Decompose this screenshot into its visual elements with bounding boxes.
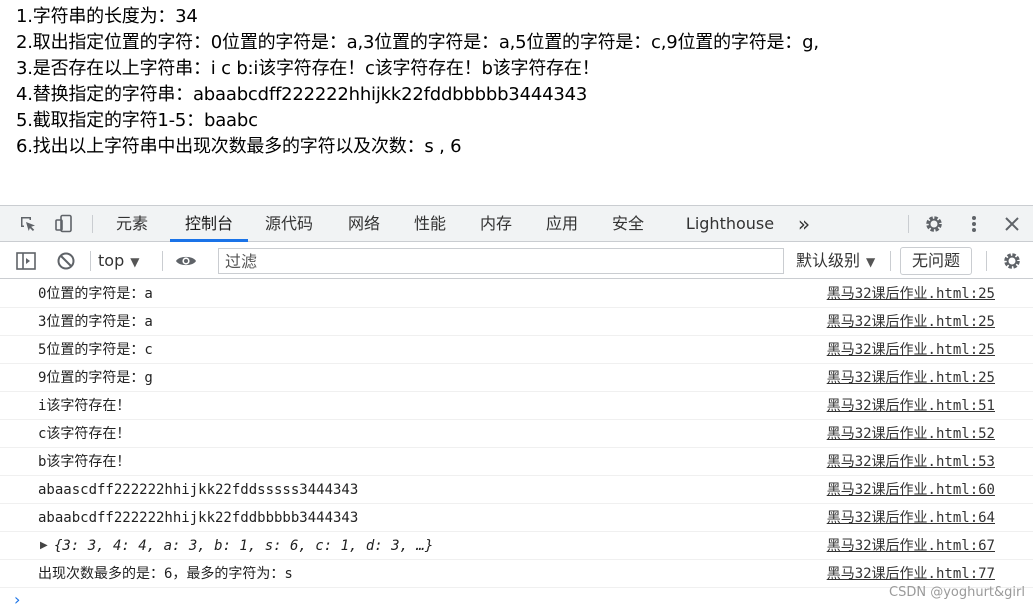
tab-security[interactable]: 安全 <box>604 206 652 242</box>
log-levels-label: 默认级别 <box>796 251 861 270</box>
message-text: b该字符存在！ <box>38 454 131 470</box>
console-message: 0位置的字符是：a 黑马32课后作业.html:25 <box>0 280 1033 308</box>
devtools-tab-bar: 元素 控制台 源代码 网络 性能 内存 应用 安全 Lighthouse » <box>0 206 1033 242</box>
expand-triangle-icon[interactable]: ▶ <box>40 532 48 560</box>
console-message: 3位置的字符是：a 黑马32课后作业.html:25 <box>0 308 1033 336</box>
message-text: 9位置的字符是：g <box>38 370 153 386</box>
source-link[interactable]: 黑马32课后作业.html:64 <box>827 504 995 532</box>
source-link[interactable]: 黑马32课后作业.html:77 <box>827 560 995 588</box>
output-line-1: 1.字符串的长度为：34 <box>16 6 198 27</box>
tab-lighthouse[interactable]: Lighthouse <box>682 206 778 242</box>
console-message: 9位置的字符是：g 黑马32课后作业.html:25 <box>0 364 1033 392</box>
source-link[interactable]: 黑马32课后作业.html:25 <box>827 336 995 364</box>
tab-network[interactable]: 网络 <box>340 206 388 242</box>
message-text: 3位置的字符是：a <box>38 314 153 330</box>
issues-button[interactable]: 无问题 <box>900 247 972 275</box>
source-link[interactable]: 黑马32课后作业.html:67 <box>827 532 995 560</box>
output-line-5: 5.截取指定的字符1-5：baabc <box>16 110 258 131</box>
source-link[interactable]: 黑马32课后作业.html:53 <box>827 448 995 476</box>
inspect-element-icon[interactable] <box>16 212 40 236</box>
devtools-panel: 元素 控制台 源代码 网络 性能 内存 应用 安全 Lighthouse » t… <box>0 205 1033 612</box>
clear-console-icon[interactable] <box>54 249 78 273</box>
source-link[interactable]: 黑马32课后作业.html:25 <box>827 364 995 392</box>
output-line-4: 4.替换指定的字符串：abaabcdff222222hhijkk22fddbbb… <box>16 84 588 105</box>
tab-memory[interactable]: 内存 <box>472 206 520 242</box>
message-text: c该字符存在！ <box>38 426 131 442</box>
console-message: c该字符存在！ 黑马32课后作业.html:52 <box>0 420 1033 448</box>
console-settings-gear-icon[interactable] <box>1000 249 1024 273</box>
toolbar-separator <box>90 251 91 271</box>
message-text: abaabcdff222222hhijkk22fddbbbbb3444343 <box>38 510 359 526</box>
watermark: CSDN @yoghurt&girl <box>889 585 1025 600</box>
live-expression-eye-icon[interactable] <box>174 249 198 273</box>
tab-performance[interactable]: 性能 <box>406 206 454 242</box>
context-label: top <box>98 251 125 270</box>
console-message: b该字符存在！ 黑马32课后作业.html:53 <box>0 448 1033 476</box>
console-message: abaascdff222222hhijkk22fddsssss3444343 黑… <box>0 476 1033 504</box>
output-line-3: 3.是否存在以上字符串：i c b:i该字符存在！c该字符存在！b该字符存在！ <box>16 58 600 79</box>
settings-gear-icon[interactable] <box>922 212 946 236</box>
context-selector[interactable]: top ▼ <box>98 249 139 273</box>
log-levels-selector[interactable]: 默认级别 ▼ <box>796 249 875 273</box>
source-link[interactable]: 黑马32课后作业.html:60 <box>827 476 995 504</box>
message-text: abaascdff222222hhijkk22fddsssss3444343 <box>38 482 359 498</box>
more-tabs-chevron-icon[interactable]: » <box>792 206 816 242</box>
close-icon[interactable] <box>1000 212 1024 236</box>
console-message: i该字符存在！ 黑马32课后作业.html:51 <box>0 392 1033 420</box>
console-message: 出现次数最多的是：6，最多的字符为：s 黑马32课后作业.html:77 <box>0 560 1033 588</box>
source-link[interactable]: 黑马32课后作业.html:25 <box>827 308 995 336</box>
device-toolbar-icon[interactable] <box>52 212 76 236</box>
message-text: 5位置的字符是：c <box>38 342 153 358</box>
filter-input[interactable] <box>218 248 784 274</box>
chevron-down-icon: ▼ <box>130 255 140 269</box>
chevron-down-icon: ▼ <box>866 255 876 269</box>
console-prompt-chevron-icon[interactable]: › <box>14 590 20 610</box>
console-message: abaabcdff222222hhijkk22fddbbbbb3444343 黑… <box>0 504 1033 532</box>
toolbar-separator <box>986 251 987 271</box>
source-link[interactable]: 黑马32课后作业.html:52 <box>827 420 995 448</box>
console-toolbar: top ▼ 默认级别 ▼ 无问题 <box>0 243 1033 279</box>
source-link[interactable]: 黑马32课后作业.html:25 <box>827 280 995 308</box>
tab-application[interactable]: 应用 <box>538 206 586 242</box>
more-options-icon[interactable] <box>962 212 986 236</box>
console-message: 5位置的字符是：c 黑马32课后作业.html:25 <box>0 336 1033 364</box>
source-link[interactable]: 黑马32课后作业.html:51 <box>827 392 995 420</box>
console-messages: 0位置的字符是：a 黑马32课后作业.html:25 3位置的字符是：a 黑马3… <box>0 280 1033 588</box>
message-text: 出现次数最多的是：6，最多的字符为：s <box>38 566 293 582</box>
message-text: 0位置的字符是：a <box>38 286 153 302</box>
tab-sources[interactable]: 源代码 <box>262 206 316 242</box>
sidebar-toggle-icon[interactable] <box>14 249 38 273</box>
output-line-2: 2.取出指定位置的字符：0位置的字符是：a,3位置的字符是：a,5位置的字符是：… <box>16 32 819 53</box>
tab-elements[interactable]: 元素 <box>108 206 156 242</box>
message-text: i该字符存在！ <box>38 398 131 414</box>
tab-console[interactable]: 控制台 <box>170 206 248 242</box>
console-message-object[interactable]: ▶ {3: 3, 4: 4, a: 3, b: 1, s: 6, c: 1, d… <box>0 532 1033 560</box>
toolbar-separator <box>162 251 163 271</box>
output-line-6: 6.找出以上字符串中出现次数最多的字符以及次数：s , 6 <box>16 136 462 157</box>
toolbar-separator <box>890 251 891 271</box>
object-preview[interactable]: {3: 3, 4: 4, a: 3, b: 1, s: 6, c: 1, d: … <box>54 532 433 560</box>
tab-separator <box>908 215 909 233</box>
page-output: 1.字符串的长度为：34 2.取出指定位置的字符：0位置的字符是：a,3位置的字… <box>16 4 1026 160</box>
tab-separator <box>92 215 93 233</box>
